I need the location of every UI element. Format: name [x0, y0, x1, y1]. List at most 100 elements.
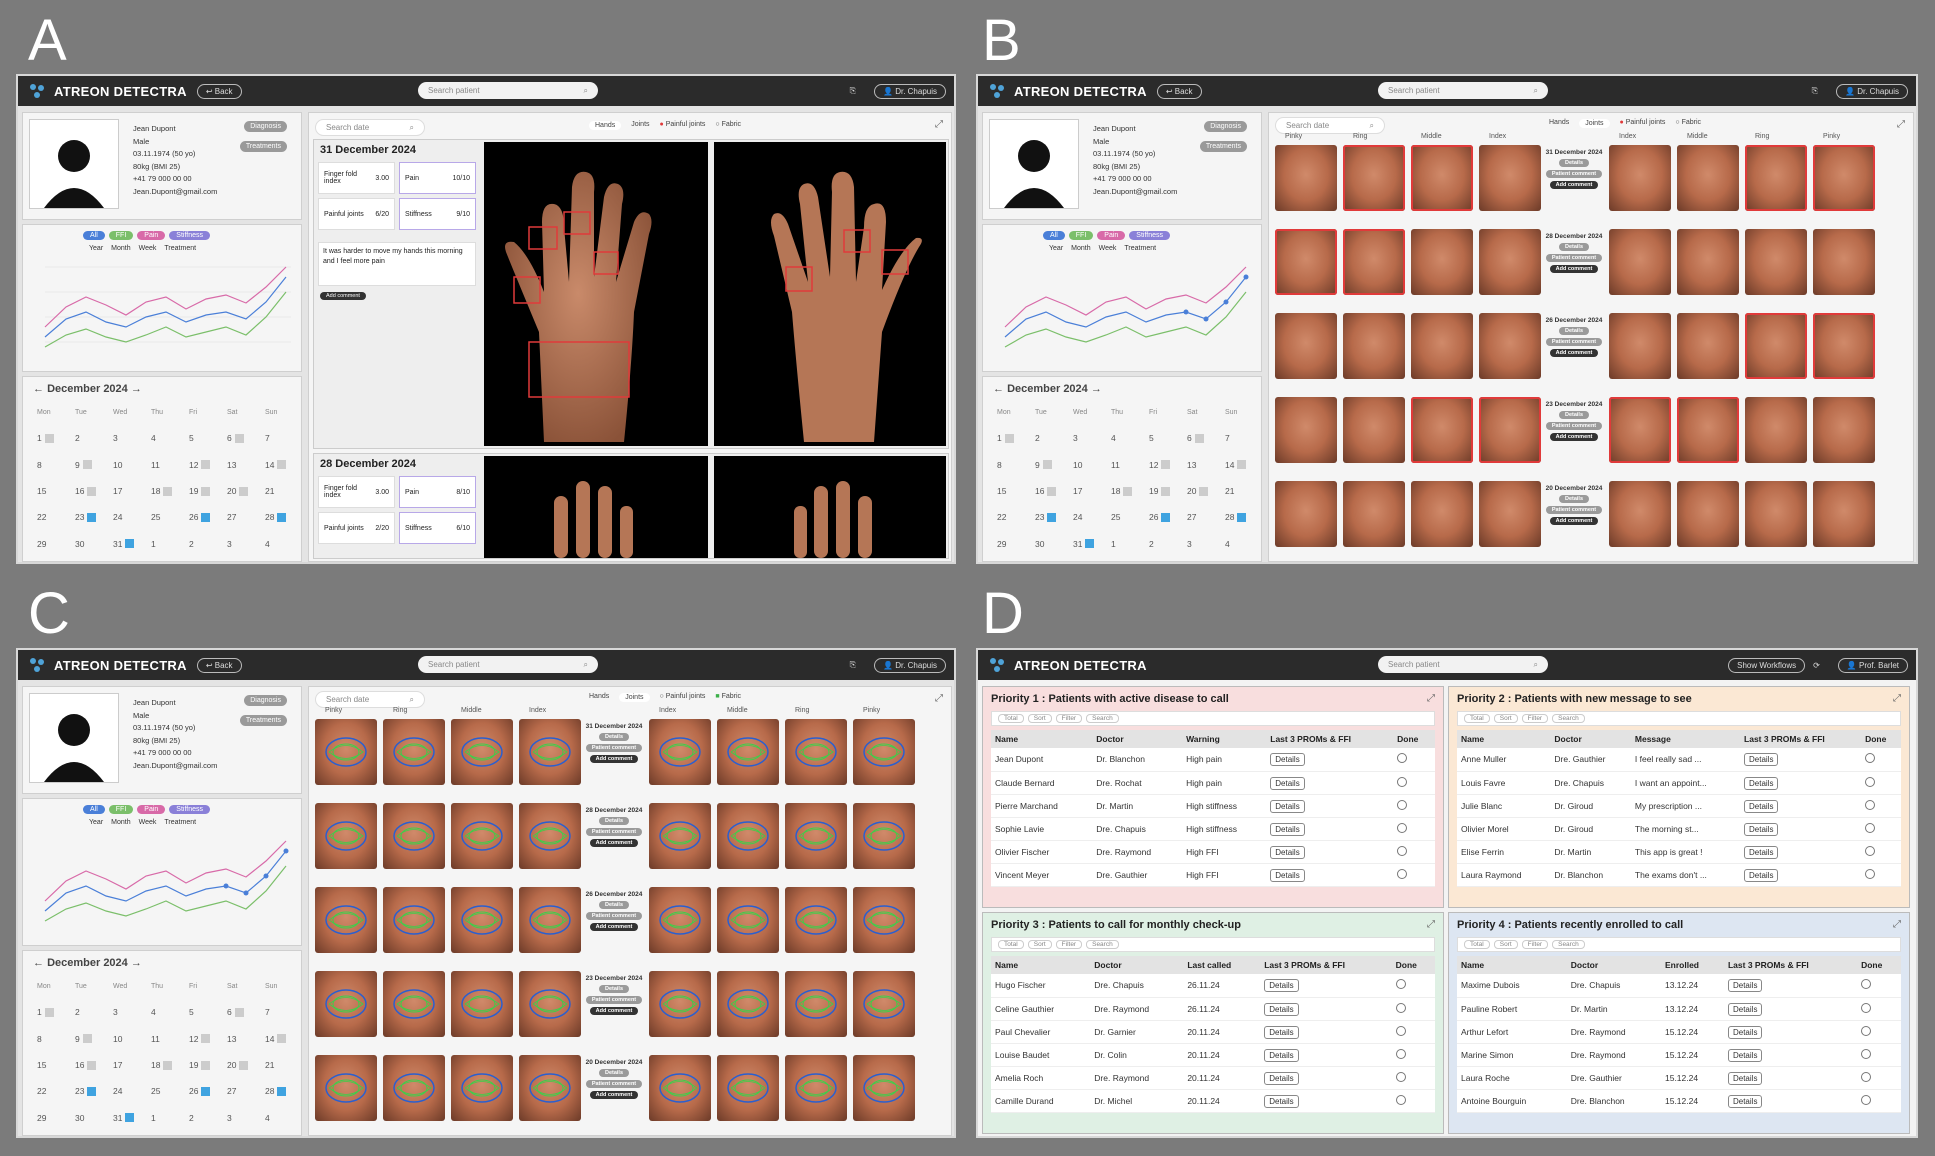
- joint-thumbnail[interactable]: [519, 1055, 581, 1121]
- joint-thumbnail[interactable]: [1275, 229, 1337, 295]
- joint-thumbnail[interactable]: [1745, 397, 1807, 463]
- calendar-day[interactable]: 8: [29, 1026, 67, 1052]
- details-button[interactable]: Details: [1264, 1025, 1299, 1039]
- joint-thumbnail[interactable]: [1411, 145, 1473, 211]
- done-checkbox[interactable]: [1395, 1094, 1406, 1105]
- add-comment-button[interactable]: Add comment: [1549, 349, 1599, 357]
- table-tool-search[interactable]: Search: [1552, 940, 1585, 949]
- joint-thumbnail[interactable]: [1609, 145, 1671, 211]
- details-button[interactable]: Details: [1744, 776, 1779, 790]
- joint-thumbnail[interactable]: [383, 1055, 445, 1121]
- joint-thumbnail[interactable]: [853, 803, 915, 869]
- calendar-day[interactable]: 3: [105, 425, 143, 451]
- patient-comment-button[interactable]: Patient comment: [1545, 506, 1603, 514]
- range-month[interactable]: Month: [111, 819, 130, 826]
- joint-thumbnail[interactable]: [785, 1055, 847, 1121]
- column-header[interactable]: Doctor: [1092, 730, 1183, 748]
- joint-thumbnail[interactable]: [315, 971, 377, 1037]
- joint-thumbnail[interactable]: [1343, 229, 1405, 295]
- date-search-input[interactable]: Search date ⌕: [1275, 117, 1385, 134]
- done-checkbox[interactable]: [1865, 753, 1876, 764]
- details-button[interactable]: Details: [1558, 495, 1590, 503]
- range-treatment[interactable]: Treatment: [164, 819, 196, 826]
- column-header[interactable]: Doctor: [1090, 956, 1184, 974]
- done-checkbox[interactable]: [1395, 1025, 1406, 1036]
- table-tool-total[interactable]: Total: [1464, 940, 1490, 949]
- calendar-day[interactable]: 4: [257, 531, 295, 557]
- calendar-day[interactable]: 14: [1217, 452, 1255, 478]
- treatments-button[interactable]: Treatments: [1199, 141, 1247, 152]
- column-header[interactable]: Doctor: [1566, 956, 1661, 974]
- calendar-day[interactable]: 28: [257, 504, 295, 530]
- calendar-day[interactable]: 23: [67, 1078, 105, 1104]
- joint-thumbnail[interactable]: [1275, 481, 1337, 547]
- calendar-day[interactable]: 31: [105, 531, 143, 557]
- calendar-day[interactable]: 27: [219, 1078, 257, 1104]
- calendar-day[interactable]: 14: [257, 1026, 295, 1052]
- calendar-day[interactable]: 19: [181, 1052, 219, 1078]
- joint-thumbnail[interactable]: [1411, 313, 1473, 379]
- joint-thumbnail[interactable]: [1745, 481, 1807, 547]
- table-row[interactable]: Antoine Bourguin Dre. Blanchon 15.12.24 Det…: [1457, 1089, 1901, 1113]
- joint-thumbnail[interactable]: [649, 719, 711, 785]
- expand-icon[interactable]: ⤢: [1893, 693, 1901, 704]
- joint-thumbnail[interactable]: [1343, 313, 1405, 379]
- joint-thumbnail[interactable]: [1745, 313, 1807, 379]
- expand-icon[interactable]: ⤢: [1427, 919, 1435, 930]
- back-button[interactable]: ↩ Back: [196, 657, 242, 673]
- calendar-day[interactable]: 10: [1065, 452, 1103, 478]
- done-checkbox[interactable]: [1861, 1071, 1872, 1082]
- joint-thumbnail[interactable]: [1275, 313, 1337, 379]
- toggle-hands[interactable]: Hands: [589, 693, 609, 702]
- done-checkbox[interactable]: [1861, 1094, 1872, 1105]
- done-checkbox[interactable]: [1861, 979, 1872, 990]
- joint-thumbnail[interactable]: [1275, 145, 1337, 211]
- table-row[interactable]: Celine Gauthier Dre. Raymond 26.11.24 Detai…: [991, 997, 1435, 1021]
- calendar-day[interactable]: 1: [1103, 531, 1141, 557]
- joint-thumbnail[interactable]: [1343, 145, 1405, 211]
- done-checkbox[interactable]: [1395, 1002, 1406, 1013]
- table-row[interactable]: Paul Chevalier Dr. Garnier 20.11.24 Details: [991, 1020, 1435, 1044]
- joint-thumbnail[interactable]: [1609, 481, 1671, 547]
- done-checkbox[interactable]: [1395, 1071, 1406, 1082]
- toggle-painful-joints[interactable]: ● Painful joints: [660, 121, 706, 130]
- joint-thumbnail[interactable]: [1813, 145, 1875, 211]
- table-tool-filter[interactable]: Filter: [1055, 940, 1083, 949]
- calendar-day[interactable]: 22: [989, 504, 1027, 530]
- chip-all[interactable]: All: [83, 805, 105, 814]
- patient-comment-button[interactable]: Patient comment: [585, 828, 643, 836]
- done-checkbox[interactable]: [1395, 1048, 1406, 1059]
- calendar-day[interactable]: 20: [219, 478, 257, 504]
- toggle-hands[interactable]: Hands: [589, 121, 622, 130]
- joint-thumbnail[interactable]: [717, 719, 779, 785]
- calendar-day[interactable]: 17: [105, 478, 143, 504]
- toggle-painful-joints[interactable]: ● Painful joints: [1620, 119, 1666, 128]
- calendar-day[interactable]: 3: [1065, 425, 1103, 451]
- details-button[interactable]: Details: [1264, 1002, 1299, 1016]
- table-row[interactable]: Sophie Lavie Dre. Chapuis High stiffness De…: [991, 817, 1435, 841]
- calendar-day[interactable]: 2: [181, 531, 219, 557]
- calendar-day[interactable]: 4: [1103, 425, 1141, 451]
- details-button[interactable]: Details: [1744, 799, 1779, 813]
- calendar-day[interactable]: 27: [219, 504, 257, 530]
- joint-thumbnail[interactable]: [785, 887, 847, 953]
- back-button[interactable]: ↩ Back: [196, 83, 242, 99]
- table-row[interactable]: Louise Baudet Dr. Colin 20.11.24 Details: [991, 1043, 1435, 1067]
- calendar-day[interactable]: 2: [1027, 425, 1065, 451]
- calendar-day[interactable]: 27: [1179, 504, 1217, 530]
- notification-icon[interactable]: ⎘: [1812, 86, 1818, 96]
- treatments-button[interactable]: Treatments: [239, 141, 287, 152]
- patient-comment-button[interactable]: Patient comment: [585, 912, 643, 920]
- joint-thumbnail[interactable]: [1411, 481, 1473, 547]
- joint-thumbnail[interactable]: [785, 803, 847, 869]
- table-row[interactable]: Hugo Fischer Dre. Chapuis 26.11.24 Details: [991, 974, 1435, 998]
- column-header[interactable]: Done: [1393, 730, 1435, 748]
- details-button[interactable]: Details: [1270, 799, 1305, 813]
- calendar-day[interactable]: 12: [181, 1026, 219, 1052]
- column-header[interactable]: Name: [1457, 730, 1551, 748]
- table-row[interactable]: Olivier Morel Dr. Giroud The morning st...…: [1457, 817, 1901, 841]
- calendar-day[interactable]: 14: [257, 452, 295, 478]
- date-search-input[interactable]: Search date ⌕: [315, 119, 425, 136]
- done-checkbox[interactable]: [1397, 822, 1408, 833]
- calendar-day[interactable]: 11: [1103, 452, 1141, 478]
